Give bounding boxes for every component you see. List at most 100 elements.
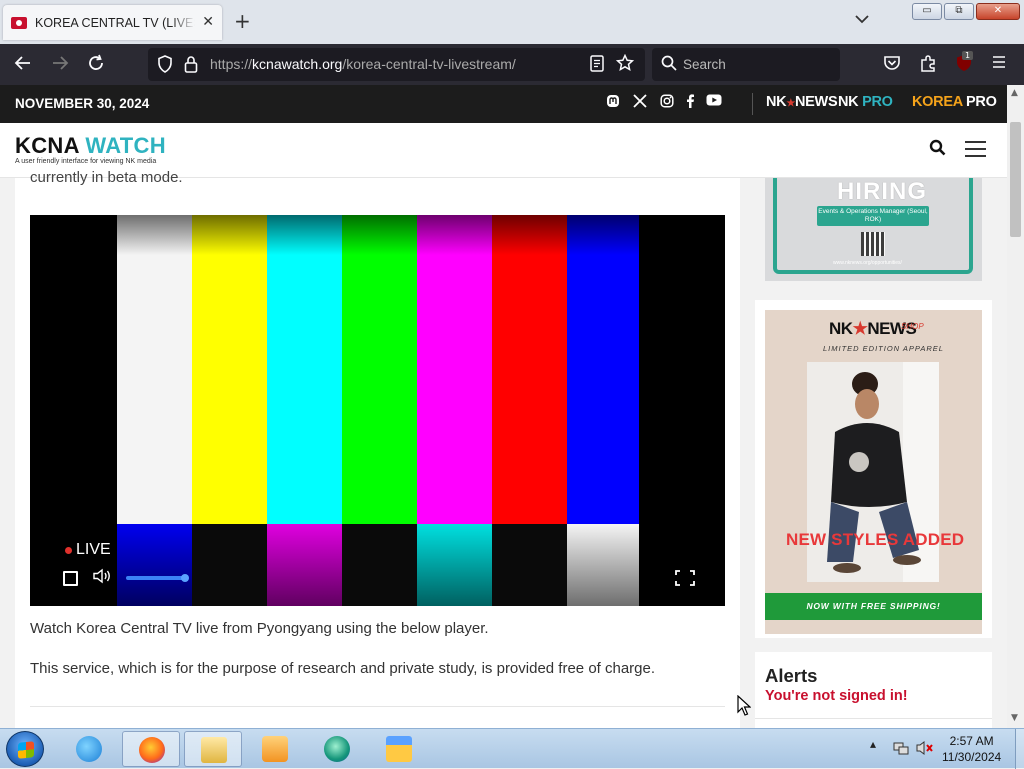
- bottombar-magenta: [267, 524, 342, 606]
- qr-code-icon: [861, 232, 885, 256]
- brand-nkpro[interactable]: NK PRO: [838, 94, 893, 110]
- url-path: /korea-central-tv-livestream/: [342, 56, 516, 72]
- nk-flag-favicon-icon: [11, 16, 27, 29]
- forward-arrow-icon[interactable]: [51, 54, 69, 77]
- url-host: kcnawatch.org: [252, 56, 343, 72]
- scroll-up-arrow-icon[interactable]: ▲: [1011, 88, 1018, 98]
- bottombar-black-3: [492, 524, 567, 606]
- taskbar-media-player[interactable]: [246, 731, 304, 767]
- address-bar[interactable]: https://kcnawatch.org/korea-central-tv-l…: [148, 48, 645, 81]
- disclaimer-paragraph: This service, which is for the purpose o…: [30, 660, 656, 677]
- hiring-ad-headline: HIRING: [837, 178, 927, 205]
- volume-slider[interactable]: [126, 576, 186, 580]
- bookmark-star-icon[interactable]: [615, 53, 635, 77]
- volume-slider-thumb[interactable]: [181, 574, 189, 582]
- tracking-protection-shield-icon[interactable]: [157, 55, 173, 78]
- firefox-icon: [139, 737, 165, 763]
- colorbar-red: [492, 215, 567, 524]
- brand-nknews-rest: NEWS: [795, 94, 838, 110]
- floppy-disk-icon: [386, 736, 412, 762]
- taskbar-firefox[interactable]: [122, 731, 180, 767]
- search-bar[interactable]: Search: [652, 48, 840, 81]
- extensions-puzzle-icon[interactable]: [919, 54, 937, 77]
- lock-icon[interactable]: [184, 55, 198, 78]
- show-hidden-icons-chevron-icon[interactable]: ▴: [870, 737, 876, 751]
- youtube-icon[interactable]: [706, 94, 722, 109]
- network-icon[interactable]: [893, 740, 909, 759]
- x-twitter-icon[interactable]: [633, 94, 647, 111]
- top-strip-divider: [752, 93, 753, 115]
- url-text[interactable]: https://kcnawatch.org/korea-central-tv-l…: [210, 56, 516, 72]
- colorbar-blue: [567, 215, 639, 524]
- tab-close-icon[interactable]: ✕: [202, 14, 214, 30]
- facebook-icon[interactable]: [685, 94, 695, 111]
- back-arrow-icon[interactable]: [14, 54, 32, 77]
- volume-muted-icon[interactable]: [916, 740, 934, 759]
- site-logo[interactable]: KCNA WATCH: [15, 133, 166, 159]
- list-all-tabs-chevron-icon[interactable]: [855, 12, 869, 28]
- colorbar-green: [342, 215, 417, 524]
- instagram-icon[interactable]: [660, 94, 674, 111]
- shop-ad-shop-label: SHOP: [901, 322, 924, 331]
- brand-nkpro-rest: PRO: [858, 94, 893, 110]
- colorbar-magenta: [417, 215, 492, 524]
- hiring-ad-url: www.nknews.org/opportunities/: [833, 260, 902, 266]
- shop-ad-subtitle: LIMITED EDITION APPAREL: [823, 344, 944, 353]
- site-search-icon[interactable]: [929, 139, 946, 160]
- close-window-button[interactable]: ✕: [976, 3, 1020, 20]
- brand-nknews-star-icon: ★: [786, 98, 796, 109]
- taskbar-internet-explorer[interactable]: [60, 731, 118, 767]
- reload-icon[interactable]: [87, 54, 105, 77]
- colorbar-yellow: [192, 215, 267, 524]
- folder-icon: [201, 737, 227, 763]
- search-placeholder: Search: [683, 57, 726, 72]
- shop-brand-lead: NK: [829, 319, 853, 338]
- taskbar-floppy-app[interactable]: [370, 731, 428, 767]
- alerts-divider: [755, 718, 992, 719]
- tab-kcna-livestream[interactable]: KOREA CENTRAL TV (LIVESTREAM) ✕: [3, 5, 222, 40]
- bottombar-cyan: [417, 524, 492, 606]
- brand-koreapro-rest: PRO: [962, 94, 997, 110]
- maximize-button[interactable]: ⧉: [944, 3, 974, 20]
- system-clock[interactable]: 2:57 AM 11/30/2024: [942, 733, 1001, 765]
- clock-time: 2:57 AM: [949, 734, 994, 748]
- scroll-down-arrow-icon[interactable]: ▼: [1011, 713, 1018, 723]
- app-menu-hamburger-icon[interactable]: [991, 54, 1007, 75]
- live-label: LIVE: [76, 541, 111, 558]
- alerts-signin-notice[interactable]: You're not signed in!: [765, 688, 908, 704]
- hiring-ad[interactable]: HIRING Events & Operations Manager (Seou…: [765, 178, 982, 281]
- volume-speaker-icon[interactable]: [93, 568, 113, 589]
- reader-view-icon[interactable]: [590, 55, 604, 78]
- brand-nknews[interactable]: NK★NEWS: [766, 94, 838, 110]
- chat-app-icon: [324, 736, 350, 762]
- bottombar-black-2: [342, 524, 417, 606]
- mouse-cursor-icon: [737, 694, 752, 721]
- minimize-button[interactable]: ▭: [912, 3, 942, 20]
- brand-koreapro[interactable]: KOREA PRO: [912, 94, 997, 110]
- new-tab-button[interactable]: +: [234, 10, 251, 32]
- stop-button[interactable]: [63, 571, 78, 586]
- logo-accent-text: WATCH: [85, 133, 166, 158]
- site-menu-hamburger-icon[interactable]: [965, 141, 986, 157]
- windows-logo-icon: [18, 741, 34, 759]
- web-page: NOVEMBER 30, 2024 NK★NEWS NK PRO KOREA P…: [0, 85, 1007, 728]
- alerts-widget: Alerts You're not signed in!: [755, 652, 992, 728]
- mastodon-icon[interactable]: [606, 94, 620, 111]
- scroll-thumb[interactable]: [1010, 122, 1021, 237]
- pocket-icon[interactable]: [883, 54, 901, 77]
- browser-tabstrip: KOREA CENTRAL TV (LIVESTREAM) ✕ + ▭ ⧉ ✕: [0, 0, 1024, 44]
- show-desktop-button[interactable]: [1015, 729, 1024, 769]
- fullscreen-icon[interactable]: [675, 570, 695, 586]
- internet-explorer-icon: [76, 736, 102, 762]
- page-scrollbar[interactable]: ▲ ▼: [1007, 85, 1024, 728]
- clock-date: 11/30/2024: [942, 750, 1002, 764]
- article-divider: [30, 706, 725, 707]
- start-button[interactable]: [6, 731, 44, 767]
- extension-badge: 1: [962, 51, 974, 60]
- live-dot-icon: [65, 546, 72, 554]
- taskbar-chat-app[interactable]: [308, 731, 366, 767]
- taskbar-file-explorer[interactable]: [184, 731, 242, 767]
- shop-ad[interactable]: NK★NEWS SHOP LIMITED EDITION APPAREL NEW…: [765, 310, 982, 634]
- video-player[interactable]: LIVE: [30, 215, 725, 606]
- brand-nknews-lead: NK: [766, 94, 787, 110]
